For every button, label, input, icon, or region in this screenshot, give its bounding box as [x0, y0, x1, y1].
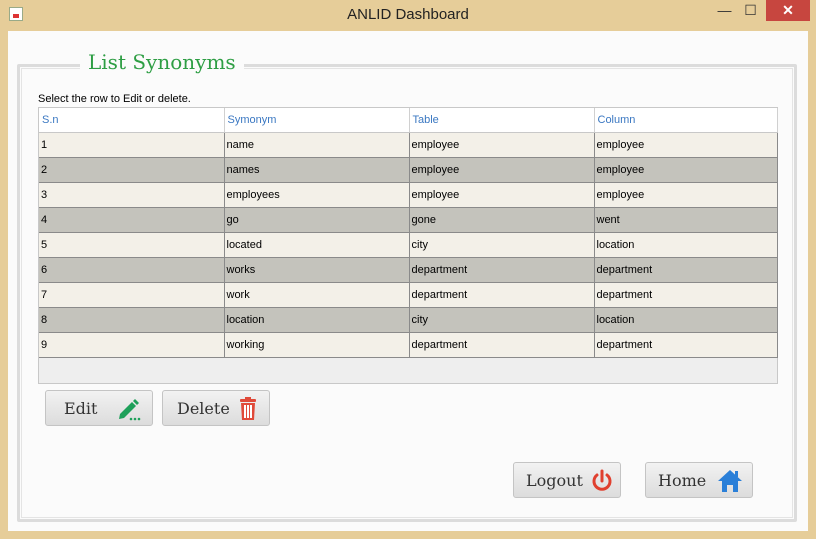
- cell-sn[interactable]: 4: [39, 207, 225, 233]
- cell-synonym[interactable]: go: [224, 207, 410, 233]
- cell-table[interactable]: city: [409, 307, 595, 333]
- table-row[interactable]: 7 work department department: [39, 282, 778, 308]
- header-sn[interactable]: S.n: [39, 108, 225, 133]
- cell-sn[interactable]: 3: [39, 182, 225, 208]
- cell-column[interactable]: department: [594, 257, 778, 283]
- home-button[interactable]: Home: [645, 462, 753, 498]
- cell-synonym[interactable]: location: [224, 307, 410, 333]
- close-button[interactable]: ✕: [766, 0, 810, 21]
- cell-sn[interactable]: 6: [39, 257, 225, 283]
- cell-column[interactable]: employee: [594, 132, 778, 158]
- app-window: ANLID Dashboard — ☐ ✕ List Synonyms Sele…: [0, 0, 816, 539]
- maximize-button[interactable]: ☐: [738, 0, 763, 21]
- home-button-label: Home: [658, 471, 707, 490]
- minimize-button[interactable]: —: [712, 0, 737, 21]
- table-row[interactable]: 2 names employee employee: [39, 157, 778, 183]
- trash-icon: [237, 396, 261, 426]
- cell-column[interactable]: department: [594, 282, 778, 308]
- cell-table[interactable]: city: [409, 232, 595, 258]
- cell-synonym[interactable]: located: [224, 232, 410, 258]
- cell-synonym[interactable]: name: [224, 132, 410, 158]
- cell-synonym[interactable]: working: [224, 332, 410, 358]
- table-header-row: S.n Symonym Table Column: [39, 108, 778, 133]
- cell-synonym[interactable]: works: [224, 257, 410, 283]
- pencil-icon: [116, 396, 142, 426]
- header-column[interactable]: Column: [594, 108, 778, 133]
- cell-synonym[interactable]: employees: [224, 182, 410, 208]
- edit-button-label: Edit: [64, 399, 98, 418]
- cell-sn[interactable]: 2: [39, 157, 225, 183]
- cell-table[interactable]: department: [409, 257, 595, 283]
- power-icon: [590, 468, 614, 498]
- panel-title: List Synonyms: [80, 50, 244, 74]
- table-row[interactable]: 8 location city location: [39, 307, 778, 333]
- table-row[interactable]: 5 located city location: [39, 232, 778, 258]
- cell-table[interactable]: gone: [409, 207, 595, 233]
- cell-synonym[interactable]: names: [224, 157, 410, 183]
- cell-sn[interactable]: 8: [39, 307, 225, 333]
- table-row[interactable]: 4 go gone went: [39, 207, 778, 233]
- delete-button-label: Delete: [177, 399, 230, 418]
- table-row[interactable]: 6 works department department: [39, 257, 778, 283]
- logout-button[interactable]: Logout: [513, 462, 621, 498]
- header-table[interactable]: Table: [409, 108, 595, 133]
- cell-table[interactable]: employee: [409, 182, 595, 208]
- title-bar[interactable]: ANLID Dashboard — ☐ ✕: [0, 0, 816, 31]
- synonyms-table[interactable]: S.n Symonym Table Column 1 name employee em…: [38, 107, 778, 384]
- delete-button[interactable]: Delete: [162, 390, 270, 426]
- house-icon: [716, 468, 744, 498]
- cell-sn[interactable]: 9: [39, 332, 225, 358]
- cell-column[interactable]: department: [594, 332, 778, 358]
- header-synonym[interactable]: Symonym: [224, 108, 410, 133]
- cell-column[interactable]: employee: [594, 157, 778, 183]
- table-row[interactable]: 1 name employee employee: [39, 132, 778, 158]
- cell-column[interactable]: location: [594, 307, 778, 333]
- content-area: List Synonyms Select the row to Edit or …: [8, 31, 808, 531]
- instruction-text: Select the row to Edit or delete.: [38, 93, 191, 105]
- window-title: ANLID Dashboard: [347, 6, 469, 23]
- cell-table[interactable]: department: [409, 282, 595, 308]
- table-row[interactable]: 3 employees employee employee: [39, 182, 778, 208]
- cell-column[interactable]: location: [594, 232, 778, 258]
- table-row[interactable]: 9 working department department: [39, 332, 778, 358]
- cell-synonym[interactable]: work: [224, 282, 410, 308]
- edit-button[interactable]: Edit: [45, 390, 153, 426]
- cell-sn[interactable]: 1: [39, 132, 225, 158]
- cell-table[interactable]: employee: [409, 157, 595, 183]
- cell-column[interactable]: employee: [594, 182, 778, 208]
- cell-sn[interactable]: 7: [39, 282, 225, 308]
- cell-table[interactable]: employee: [409, 132, 595, 158]
- cell-column[interactable]: went: [594, 207, 778, 233]
- cell-table[interactable]: department: [409, 332, 595, 358]
- cell-sn[interactable]: 5: [39, 232, 225, 258]
- logout-button-label: Logout: [526, 471, 583, 490]
